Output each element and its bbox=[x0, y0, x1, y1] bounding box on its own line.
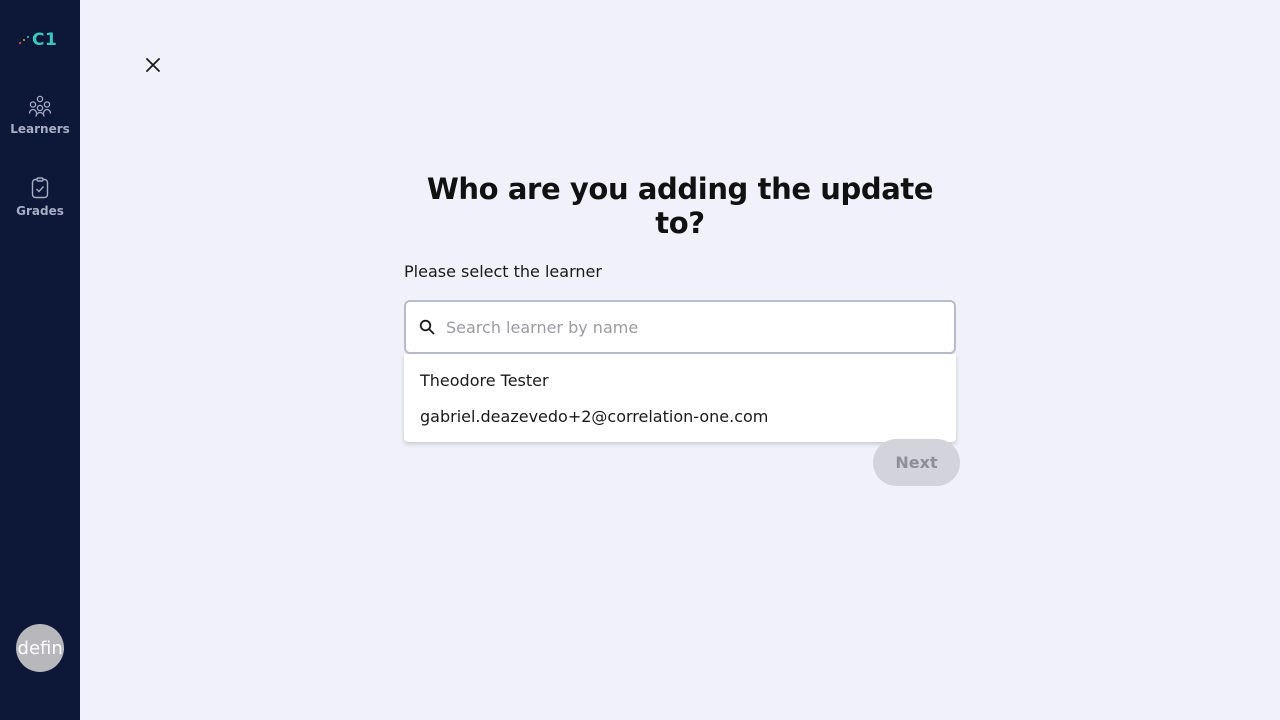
logo-text: C1 bbox=[32, 30, 58, 50]
sidebar-item-learners[interactable]: Learners bbox=[0, 94, 80, 154]
list-item[interactable]: Theodore Tester bbox=[404, 362, 956, 398]
search-input[interactable] bbox=[446, 302, 954, 352]
learner-dropdown: Theodore Tester gabriel.deazevedo+2@corr… bbox=[404, 354, 956, 442]
page-title: Who are you adding the update to? bbox=[426, 172, 934, 240]
avatar[interactable]: undefined bbox=[16, 624, 64, 672]
close-icon bbox=[146, 58, 160, 72]
avatar-text: undefined bbox=[16, 637, 64, 659]
field-label: Please select the learner bbox=[404, 262, 602, 281]
people-network-icon bbox=[28, 95, 52, 117]
sidebar-item-grades[interactable]: Grades bbox=[0, 176, 80, 236]
close-button[interactable] bbox=[141, 53, 165, 77]
next-button[interactable]: Next bbox=[873, 439, 960, 486]
logo-dots-icon bbox=[18, 34, 30, 46]
search-icon bbox=[418, 318, 436, 336]
search-box[interactable] bbox=[404, 300, 956, 354]
sidebar: C1 Learners Grades undefined bbox=[0, 0, 80, 720]
list-item[interactable]: gabriel.deazevedo+2@correlation-one.com bbox=[404, 398, 956, 434]
sidebar-item-label: Learners bbox=[10, 122, 70, 136]
logo[interactable]: C1 bbox=[18, 30, 64, 50]
sidebar-item-label: Grades bbox=[16, 204, 64, 218]
clipboard-check-icon bbox=[31, 177, 49, 199]
